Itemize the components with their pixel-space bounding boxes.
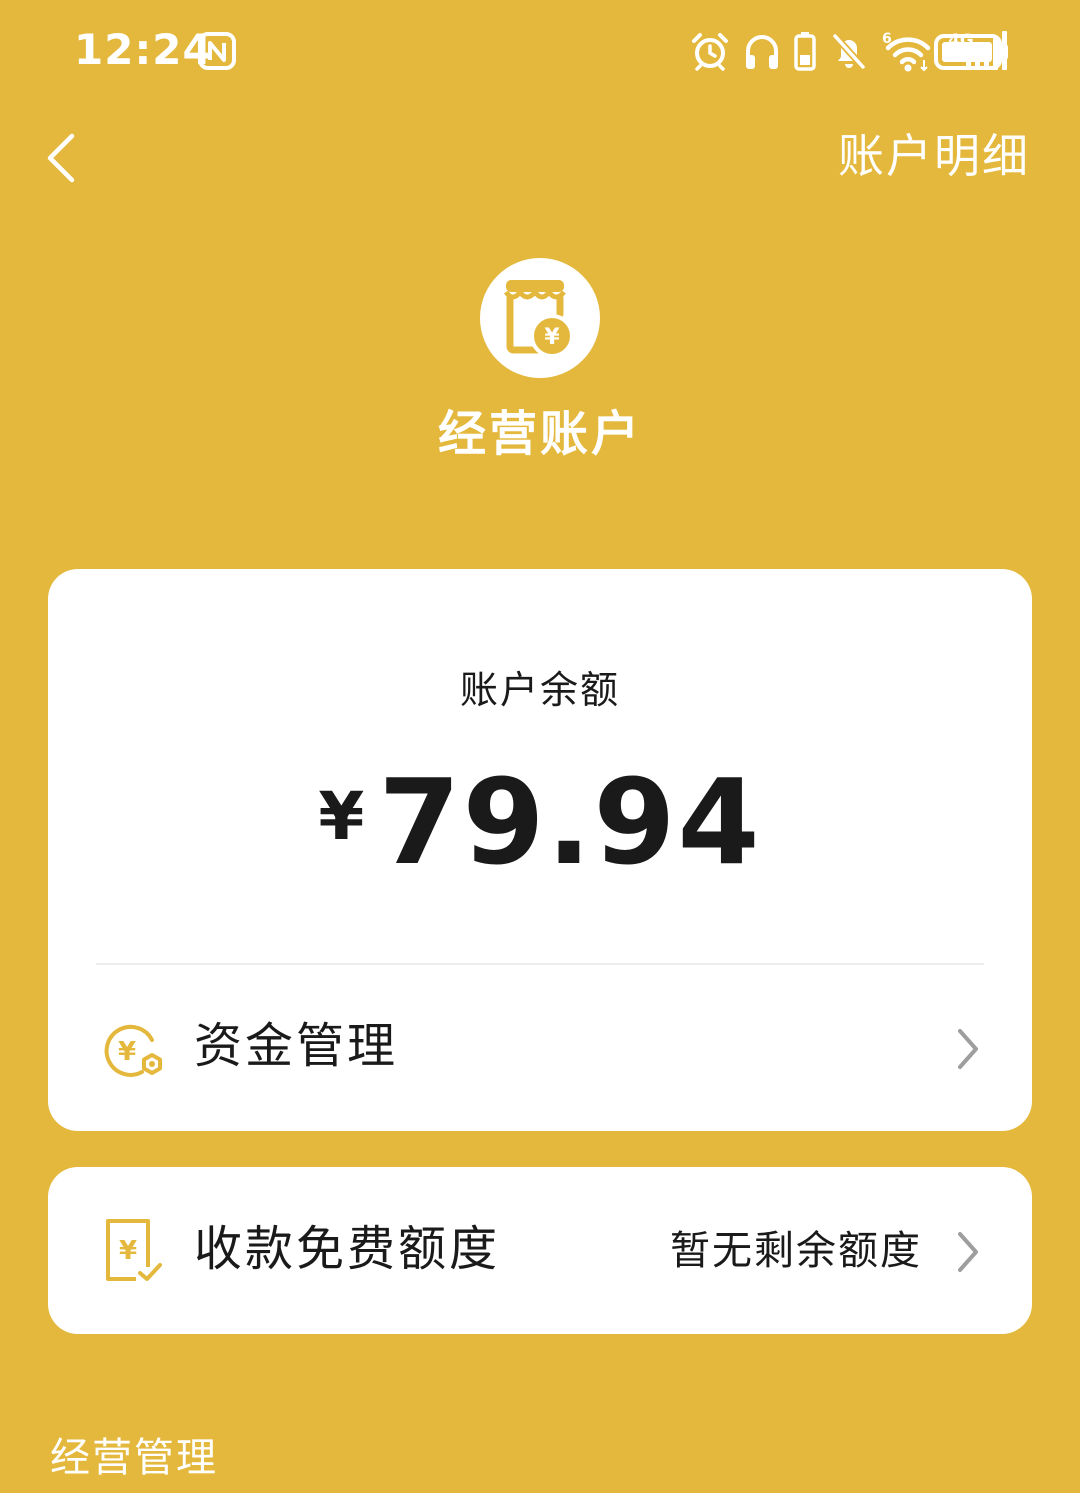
quota-icon-symbol: ¥ [119,1236,137,1266]
balance-amount: ¥79.94 [0,752,1080,923]
shop-yuan-icon: ¥ [503,280,574,358]
chevron-left-icon[interactable] [40,128,86,188]
currency-symbol: ¥ [318,778,365,855]
status-bar: 12:24 6 4G [0,0,1080,100]
phone-battery-icon [794,32,816,71]
account-logo: ¥ [480,258,600,378]
logo-symbol: ¥ [544,325,560,350]
balance-label: 账户余额 [459,668,620,712]
section-title: 经营管理 [50,1435,218,1481]
yuan-gear-icon: ¥ [104,1024,162,1077]
free-quota-value: 暂无剩余额度 [670,1228,922,1274]
free-quota-label: 收款免费额度 [194,1221,501,1277]
funds-management-label: 资金管理 [194,1018,399,1074]
alarm-icon [692,33,728,71]
status-time: 12:24 [74,25,213,74]
nfc-icon [198,32,236,70]
yuan-document-check-icon: ¥ [106,1219,162,1281]
wifi-icon: 6 [882,31,931,72]
chevron-right-icon [958,1029,978,1069]
account-title: 经营账户 [437,406,642,462]
account-detail-link[interactable]: 账户明细 [838,128,1030,184]
funds-icon-symbol: ¥ [118,1037,136,1067]
funds-management-row[interactable]: ¥ 资金管理 [48,966,1032,1131]
chevron-right-icon [958,1232,978,1272]
free-quota-card[interactable]: ¥ 收款免费额度 暂无剩余额度 [48,1167,1032,1334]
headphones-icon [746,35,778,69]
balance-value: 79.94 [378,753,762,891]
battery-icon [934,34,1008,70]
divider [96,963,984,965]
mute-icon [832,33,866,70]
